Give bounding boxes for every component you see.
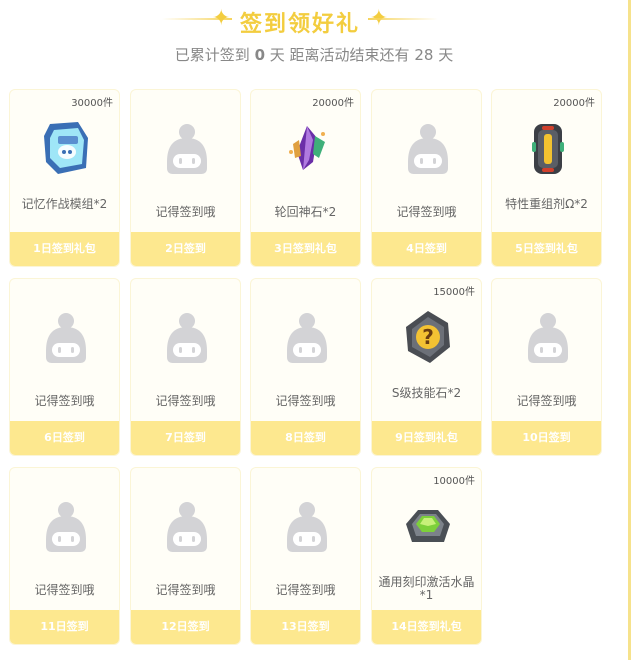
- day-label: 5日签到礼包: [492, 232, 601, 266]
- day-label: 14日签到礼包: [372, 610, 481, 644]
- reward-card-day-5[interactable]: 20000件 特性重组剂Ω*2 5日签到礼包: [491, 89, 602, 267]
- day-label: 8日签到: [251, 421, 360, 455]
- reward-name: 记得签到哦: [155, 583, 216, 597]
- reward-name: 记得签到哦: [155, 205, 216, 219]
- reward-name: 记得签到哦: [275, 583, 336, 597]
- reward-card-day-6[interactable]: 记得签到哦 6日签到: [9, 278, 120, 456]
- progress-summary: 已累计签到 0 天 距离活动结束还有 28 天: [0, 44, 628, 65]
- reward-card-day-8[interactable]: 记得签到哦 8日签到: [250, 278, 361, 456]
- day-label: 12日签到: [131, 610, 240, 644]
- placeholder-mascot-icon: [287, 502, 327, 552]
- day-label: 1日签到礼包: [10, 232, 119, 266]
- reward-card-day-1[interactable]: 30000件 记忆作战模组*2 1日签到礼包: [9, 89, 120, 267]
- stock-count: 30000件: [71, 98, 113, 109]
- stock-count: 10000件: [433, 476, 475, 487]
- day-label: 9日签到礼包: [372, 421, 481, 455]
- signed-days: 0: [254, 46, 265, 64]
- engraving-crystal-icon: [406, 510, 450, 542]
- day-label: 2日签到: [131, 232, 240, 266]
- placeholder-mascot-icon: [46, 502, 86, 552]
- reward-card-day-2[interactable]: 记得签到哦 2日签到: [130, 89, 241, 267]
- title-row: ✦ 签到领好礼 ✦: [150, 4, 450, 37]
- days-unit: 天: [438, 46, 454, 64]
- reward-card-day-3[interactable]: 20000件 轮回神石*2 3日签到礼包: [250, 89, 361, 267]
- reward-card-day-12[interactable]: 记得签到哦 12日签到: [130, 467, 241, 645]
- days-left: 28: [414, 46, 434, 64]
- placeholder-mascot-icon: [528, 313, 568, 363]
- placeholder-mascot-icon: [167, 124, 207, 174]
- reward-name: 记得签到哦: [516, 394, 577, 408]
- day-label: 11日签到: [10, 610, 119, 644]
- trait-reagent-icon: [532, 124, 564, 174]
- reward-card-day-4[interactable]: 记得签到哦 4日签到: [371, 89, 482, 267]
- signed-label: 已累计签到: [174, 46, 250, 64]
- placeholder-mascot-icon: [287, 313, 327, 363]
- reward-name: 记得签到哦: [396, 205, 457, 219]
- reward-card-day-10[interactable]: 记得签到哦 10日签到: [491, 278, 602, 456]
- reward-name: 记得签到哦: [155, 394, 216, 408]
- svg-text:?: ?: [422, 325, 434, 349]
- reward-name: 记得签到哦: [34, 583, 95, 597]
- day-label: 7日签到: [131, 421, 240, 455]
- day-label: 4日签到: [372, 232, 481, 266]
- placeholder-mascot-icon: [167, 502, 207, 552]
- reward-name: 记得签到哦: [34, 394, 95, 408]
- reward-name: S级技能石*2: [391, 386, 462, 400]
- placeholder-mascot-icon: [167, 313, 207, 363]
- stock-count: 20000件: [553, 98, 595, 109]
- title-line-right: [368, 18, 438, 20]
- reward-card-day-9[interactable]: 15000件 ? S级技能石*2 9日签到礼包: [371, 278, 482, 456]
- reward-name: 记忆作战模组*2: [21, 197, 108, 211]
- day-label: 6日签到: [10, 421, 119, 455]
- stock-count: 15000件: [433, 287, 475, 298]
- day-label: 3日签到礼包: [251, 232, 360, 266]
- reward-card-day-13[interactable]: 记得签到哦 13日签到: [250, 467, 361, 645]
- placeholder-mascot-icon: [408, 124, 448, 174]
- memory-module-icon: [44, 122, 88, 174]
- remaining-label: 天 距离活动结束还有: [269, 46, 410, 64]
- reward-card-day-11[interactable]: 记得签到哦 11日签到: [9, 467, 120, 645]
- reward-name: 轮回神石*2: [274, 205, 337, 219]
- stock-count: 20000件: [312, 98, 354, 109]
- reward-card-day-7[interactable]: 记得签到哦 7日签到: [130, 278, 241, 456]
- day-label: 13日签到: [251, 610, 360, 644]
- placeholder-mascot-icon: [46, 313, 86, 363]
- day-label: 10日签到: [492, 421, 601, 455]
- skill-stone-icon: ?: [406, 311, 450, 363]
- reward-card-day-14[interactable]: 10000件 通用刻印激活水晶*1 14日签到礼包: [371, 467, 482, 645]
- reward-name: 通用刻印激活水晶*1: [378, 575, 475, 602]
- reward-stone-icon: [289, 126, 325, 170]
- page-title: 签到领好礼: [239, 12, 360, 37]
- reward-name: 记得签到哦: [275, 394, 336, 408]
- reward-name: 特性重组剂Ω*2: [505, 197, 588, 211]
